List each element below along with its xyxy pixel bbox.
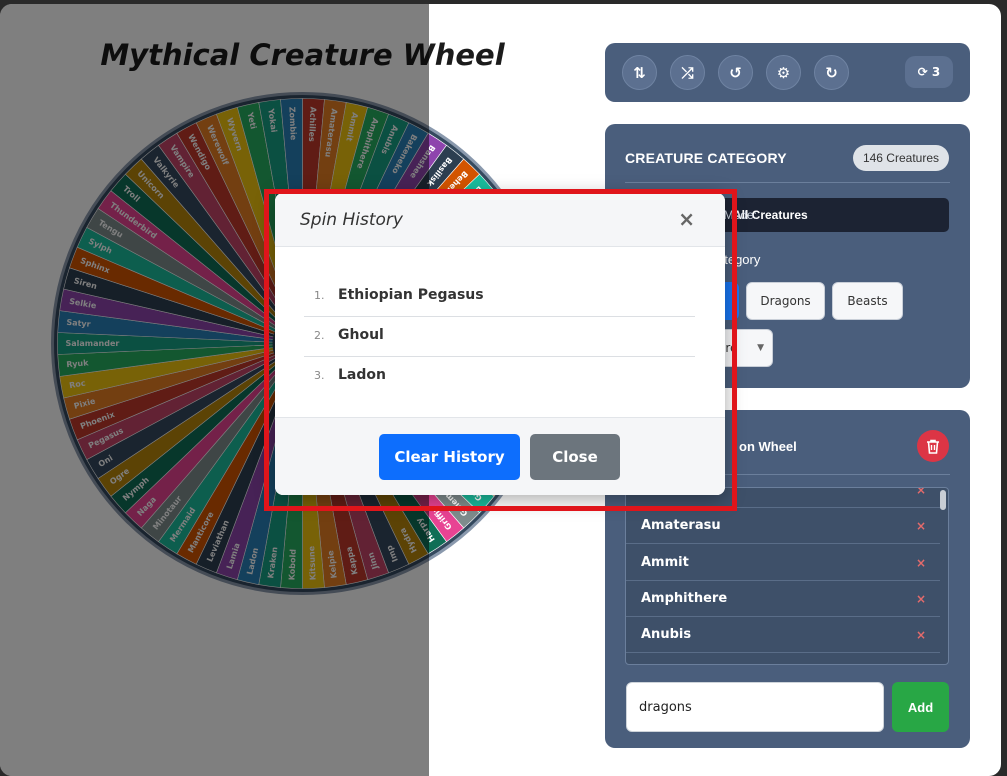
settings-button[interactable]: ⚙ [766,55,801,90]
shuffle-button[interactable]: ⤮ [670,55,705,90]
refresh-icon: ⟳ [917,65,928,79]
history-icon: ↺ [729,63,742,82]
chevron-down-icon: ▼ [757,343,764,353]
redo-icon: ↻ [825,63,838,82]
list-item: Amaterasu × [626,508,940,544]
remove-icon[interactable]: × [916,545,926,581]
spin-count-button[interactable]: ⟳ 3 [905,56,953,88]
category-title: CREATURE CATEGORY [625,150,787,166]
divider [625,182,950,183]
remove-icon[interactable]: × [916,581,926,617]
sort-button[interactable]: ⇅ [622,55,657,90]
category-chip-beasts[interactable]: Beasts [832,282,903,320]
add-button[interactable]: Add [892,682,949,732]
creature-input[interactable] [626,682,884,732]
creature-list[interactable]: Achilles× Amaterasu× Ammit× Amphithere× … [625,487,949,665]
scrollbar[interactable] [940,490,946,510]
remove-icon[interactable]: × [916,508,926,544]
list-item: Amphithere × [626,581,940,617]
trash-icon [927,439,939,454]
shuffle-icon: ⤮ [681,63,694,82]
remove-icon[interactable]: × [916,617,926,653]
remove-icon[interactable]: × [916,488,926,508]
reset-button[interactable]: ↻ [814,55,849,90]
category-chip-dragons[interactable]: Dragons [746,282,825,320]
history-button[interactable]: ↺ [718,55,753,90]
toolbar: ⇅ ⤮ ↺ ⚙ ↻ ⟳ 3 [605,43,970,102]
list-item: Ammit × [626,545,940,581]
gear-icon: ⚙ [776,63,791,82]
list-title: on Wheel [739,439,797,454]
list-item: Anubis × [626,617,940,653]
highlight-box [264,189,737,511]
creature-count-badge: 146 Creatures [852,145,949,171]
spin-count: 3 [931,65,941,79]
app-window: Mythical Creature Wheel AchillesAmateras… [0,4,1001,776]
clear-list-button[interactable] [917,430,949,462]
sort-icon: ⇅ [633,63,646,82]
